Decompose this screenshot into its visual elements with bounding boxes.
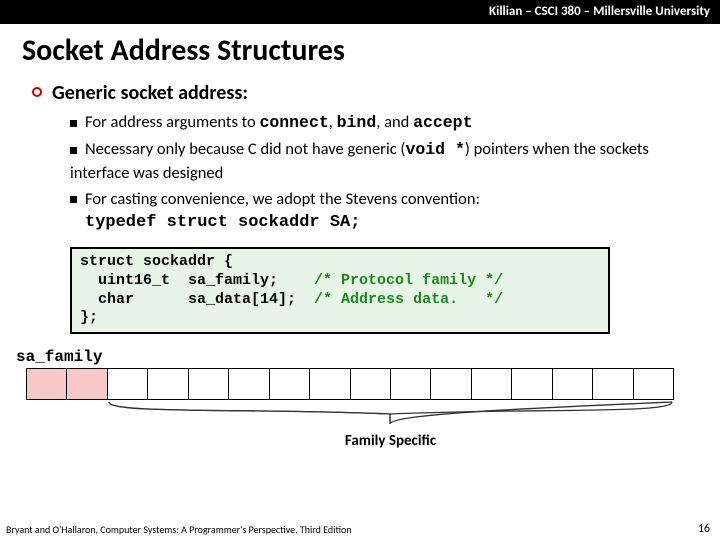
level1-text: Generic socket address:	[52, 81, 248, 105]
brace-wrap	[26, 400, 674, 432]
footer-text: Bryant and O'Hallaron, Computer Systems:…	[6, 523, 352, 536]
circle-bullet-icon	[32, 87, 42, 97]
text: , and	[376, 112, 413, 132]
bullet-item-2: Necessary only because C did not have ge…	[70, 138, 692, 184]
slide-number: 16	[698, 522, 710, 536]
byte-cell	[512, 369, 552, 399]
square-bullet-icon	[70, 120, 77, 127]
byte-diagram	[26, 368, 674, 400]
text: Necessary only because C did not have ge…	[85, 139, 405, 159]
byte-cell	[229, 369, 269, 399]
bullet-item-3: For casting convenience, we adopt the St…	[70, 188, 692, 235]
square-bullet-icon	[70, 147, 77, 154]
code-block: struct sockaddr { uint16_t sa_family; /*…	[70, 247, 610, 334]
byte-cell	[593, 369, 633, 399]
bullet-level1: Generic socket address:	[28, 81, 692, 105]
text: For address arguments to	[85, 112, 259, 132]
byte-cell	[67, 369, 107, 399]
code-inline: typedef struct sockaddr SA;	[85, 213, 360, 232]
byte-cell	[310, 369, 350, 399]
family-specific-label: Family Specific	[107, 432, 674, 450]
code-comment: /* Protocol family */	[314, 272, 503, 289]
byte-cell	[27, 369, 67, 399]
slide-title: Socket Address Structures	[0, 24, 720, 75]
square-bullet-icon	[70, 196, 77, 203]
curly-brace-icon	[107, 400, 674, 430]
byte-cell	[189, 369, 229, 399]
text: ,	[329, 112, 337, 132]
code-inline: bind	[337, 113, 377, 132]
code-line: char sa_data[14];	[80, 291, 314, 308]
code-inline: void *	[405, 140, 464, 159]
bullet-item-1: For address arguments to connect, bind, …	[70, 111, 692, 134]
byte-cell	[472, 369, 512, 399]
byte-cell	[431, 369, 471, 399]
code-inline: connect	[259, 113, 328, 132]
code-line: };	[80, 309, 98, 326]
byte-cell	[553, 369, 593, 399]
byte-cell	[108, 369, 148, 399]
byte-cell	[148, 369, 188, 399]
content-area: Generic socket address: For address argu…	[0, 81, 720, 334]
byte-cell	[391, 369, 431, 399]
text: For casting convenience, we adopt the St…	[85, 189, 480, 209]
byte-cell	[634, 369, 673, 399]
sa-family-label: sa_family	[16, 348, 720, 366]
code-comment: /* Address data. */	[314, 291, 503, 308]
header-bar: Killian – CSCI 380 – Millersville Univer…	[0, 0, 720, 24]
bullet-group: For address arguments to connect, bind, …	[70, 111, 692, 235]
code-line: struct sockaddr {	[80, 253, 233, 270]
code-inline: accept	[413, 113, 472, 132]
byte-cell	[351, 369, 391, 399]
code-line: uint16_t sa_family;	[80, 272, 314, 289]
byte-cell	[270, 369, 310, 399]
